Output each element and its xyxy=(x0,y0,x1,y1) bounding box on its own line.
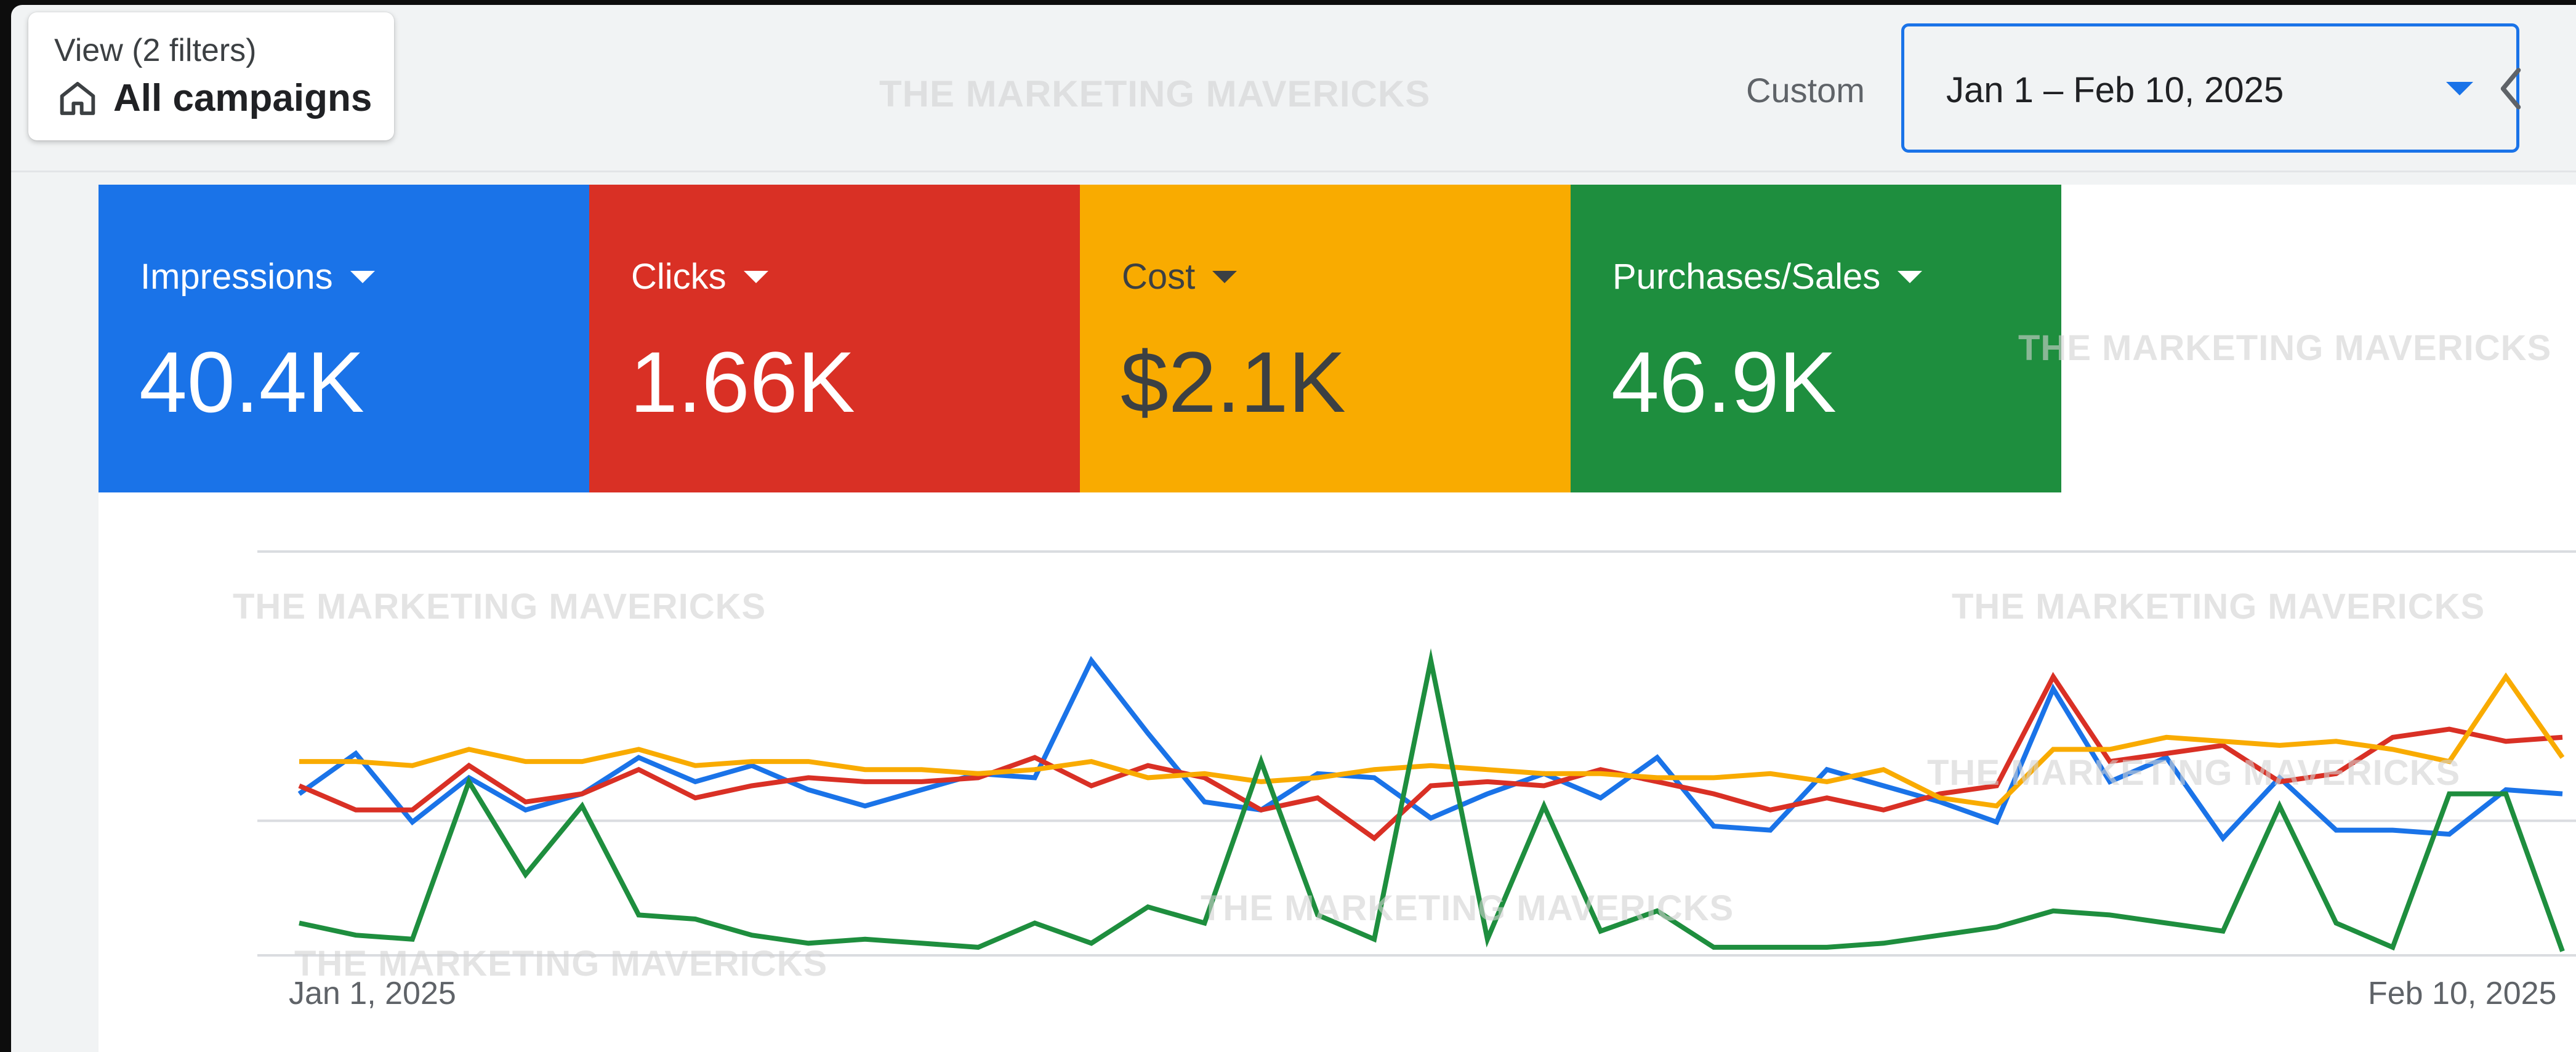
metric-caret-icon xyxy=(743,270,768,283)
metric-label: Purchases/Sales xyxy=(1612,256,1923,297)
metric-label-text: Clicks xyxy=(631,257,727,297)
metric-label-text: Cost xyxy=(1122,257,1196,297)
chevron-left-icon xyxy=(2500,68,2521,110)
watermark: THE MARKETING MAVERICKS xyxy=(879,73,1431,114)
x-axis-end-label: Feb 10, 2025 xyxy=(2368,976,2557,1011)
date-range-type-label: Custom xyxy=(1746,71,1865,110)
performance-card: Impressions 40.4K Clicks 1.66K Cost $2.1… xyxy=(99,185,2576,1052)
back-button[interactable] xyxy=(2480,58,2542,119)
metric-tab-clicks[interactable]: Clicks 1.66K xyxy=(589,185,1080,492)
metric-tabs: Impressions 40.4K Clicks 1.66K Cost $2.1… xyxy=(99,185,2061,492)
ads-overview-screen: View (2 filters) All campaigns THE MARKE… xyxy=(11,5,2576,1052)
view-filter-chip[interactable]: View (2 filters) All campaigns xyxy=(28,12,394,140)
x-axis-start-label: Jan 1, 2025 xyxy=(289,976,456,1011)
metric-label-text: Impressions xyxy=(140,257,333,297)
metric-value: 40.4K xyxy=(139,334,364,430)
top-bar: View (2 filters) All campaigns THE MARKE… xyxy=(11,5,2576,172)
date-range-select[interactable]: Jan 1 – Feb 10, 2025 xyxy=(1901,23,2519,153)
metric-label-text: Purchases/Sales xyxy=(1612,257,1881,297)
metric-tab-purchases-sales[interactable]: Purchases/Sales 46.9K xyxy=(1571,185,2061,492)
metric-value: $2.1K xyxy=(1121,334,1346,430)
metric-label: Clicks xyxy=(631,256,768,297)
metric-label: Cost xyxy=(1122,256,1238,297)
metric-value: 1.66K xyxy=(630,334,855,430)
view-selection: All campaigns xyxy=(58,76,372,120)
view-filters-label: View (2 filters) xyxy=(54,33,257,68)
metric-tab-impressions[interactable]: Impressions 40.4K xyxy=(99,185,589,492)
metric-caret-icon xyxy=(1212,270,1238,283)
home-icon xyxy=(60,81,95,115)
view-title: All campaigns xyxy=(113,77,372,119)
metric-tab-cost[interactable]: Cost $2.1K xyxy=(1080,185,1571,492)
metric-caret-icon xyxy=(1898,270,1923,283)
dropdown-caret-icon xyxy=(2446,82,2473,95)
date-range-value: Jan 1 – Feb 10, 2025 xyxy=(1946,70,2284,110)
metric-caret-icon xyxy=(350,270,375,283)
series-line-purchases-sales xyxy=(299,648,2565,952)
metric-label: Impressions xyxy=(140,256,375,297)
metric-value: 46.9K xyxy=(1611,334,1837,430)
